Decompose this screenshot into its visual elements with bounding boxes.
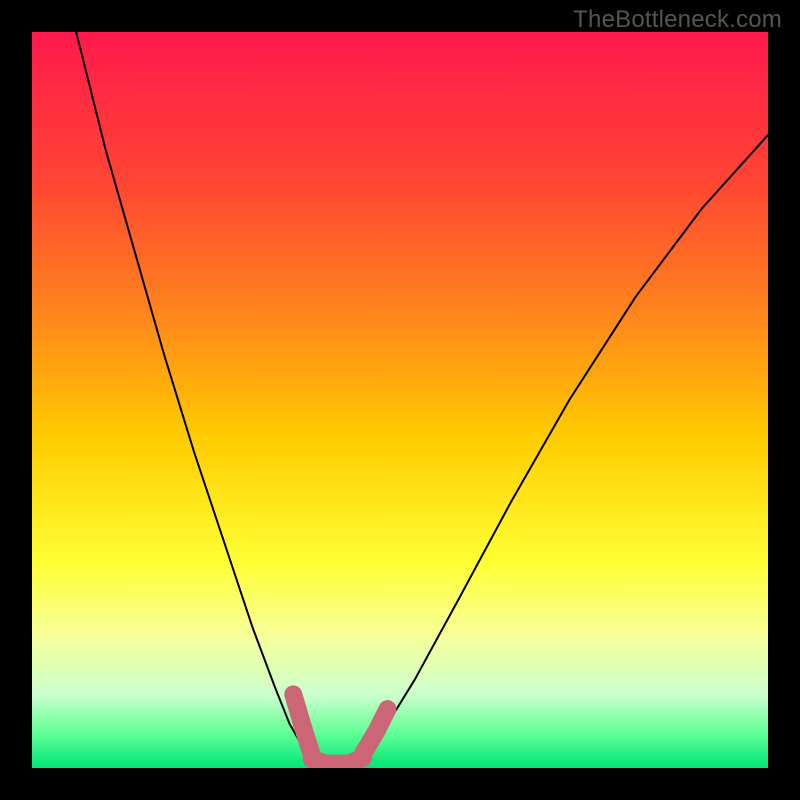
bottleneck-v-chart	[32, 32, 768, 768]
series-bottom-mid-overlay	[312, 758, 364, 764]
chart-background	[32, 32, 768, 768]
chart-frame: TheBottleneck.com	[0, 0, 800, 800]
watermark-text: TheBottleneck.com	[573, 6, 782, 34]
